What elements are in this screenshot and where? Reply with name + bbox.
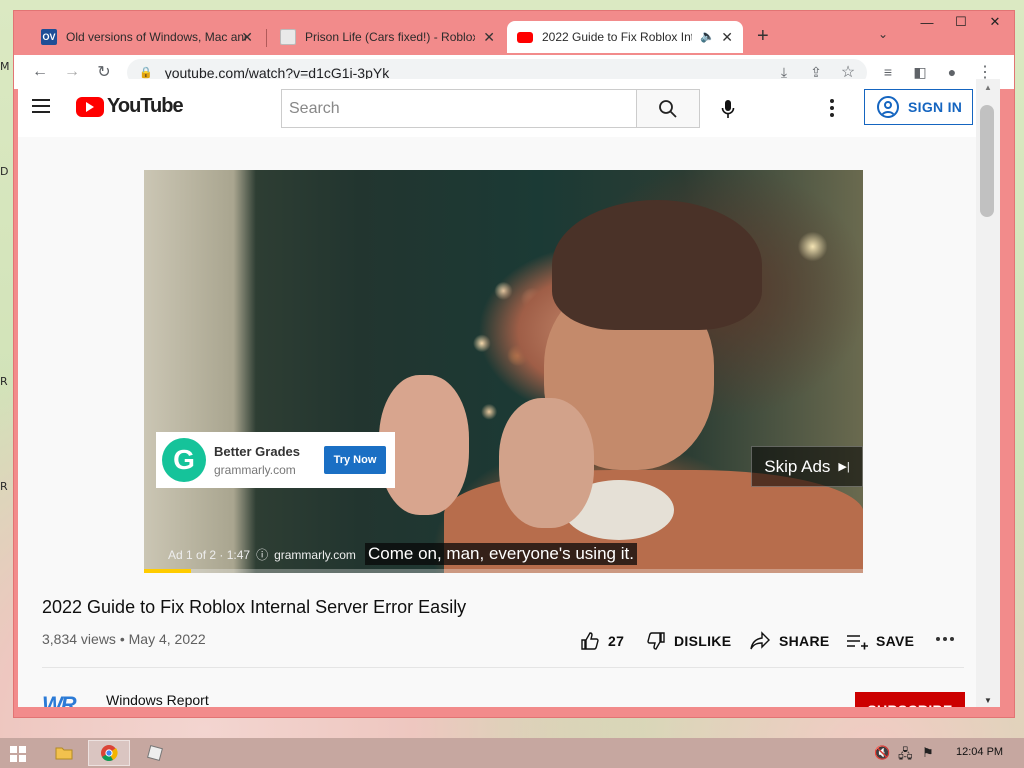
chrome-taskbar-icon[interactable] (88, 740, 130, 766)
action-center-icon[interactable]: ⚑ (922, 745, 934, 761)
windows-taskbar: 🔇 🖧 ⚑ 12:04 PM (0, 738, 1024, 768)
skip-ads-label: Skip Ads (764, 456, 831, 476)
ad-domain: grammarly.com (214, 462, 296, 477)
ad-progress-bar[interactable] (144, 569, 863, 573)
lock-icon[interactable]: 🔒 (139, 66, 153, 79)
ad-title: Better Grades (214, 443, 300, 459)
desktop-icon-label[interactable]: R (0, 480, 14, 493)
scroll-up-icon[interactable]: ▲ (984, 83, 992, 92)
dislike-button[interactable]: DISLIKE (646, 631, 731, 651)
like-button[interactable]: 27 (580, 631, 624, 651)
video-frame-hair (552, 200, 762, 330)
chrome-icon (101, 745, 118, 762)
microphone-icon (721, 100, 735, 118)
roblox-favicon-icon (280, 29, 296, 45)
video-meta: 3,834 views • May 4, 2022 (42, 631, 206, 647)
info-circle-icon[interactable]: ⓘ (256, 546, 268, 563)
save-label: SAVE (876, 633, 915, 649)
settings-kebab-icon[interactable] (830, 99, 834, 117)
upload-date: May 4, 2022 (128, 631, 206, 647)
divider (42, 667, 964, 668)
scroll-down-icon[interactable]: ▼ (984, 696, 992, 705)
maximize-button[interactable]: ☐ (944, 11, 978, 33)
video-player[interactable]: G Better Grades grammarly.com Try Now Sk… (144, 170, 863, 573)
file-explorer-taskbar-icon[interactable] (43, 740, 85, 766)
roblox-icon (147, 745, 163, 761)
closed-caption: Come on, man, everyone's using it. (365, 543, 637, 565)
roblox-taskbar-icon[interactable] (134, 740, 176, 766)
scroll-thumb[interactable] (980, 105, 994, 217)
youtube-play-icon (76, 96, 104, 117)
volume-muted-icon[interactable]: 🔇 (874, 745, 890, 761)
youtube-header: YouTube SIGN IN (18, 79, 976, 137)
grammarly-logo: G (162, 438, 206, 482)
audio-playing-icon[interactable]: 🔈 (700, 29, 715, 43)
taskbar-clock[interactable]: 12:04 PM (956, 746, 1003, 758)
subscribe-button[interactable]: SUBSCRIBE (855, 692, 965, 707)
search-icon (659, 99, 677, 118)
close-window-button[interactable]: ✕ (978, 11, 1012, 33)
youtube-wordmark: YouTube (107, 95, 184, 117)
share-button[interactable]: SHARE (749, 631, 830, 651)
channel-name[interactable]: Windows Report (106, 692, 209, 707)
tab-search-chevron-icon[interactable]: ⌄ (878, 27, 888, 41)
ad-overlay-card[interactable]: G Better Grades grammarly.com Try Now (156, 432, 395, 488)
tab-prison-life[interactable]: Prison Life (Cars fixed!) - Roblox ✕ (270, 21, 505, 53)
thumbs-up-icon (581, 632, 599, 650)
new-tab-button[interactable]: + (757, 25, 769, 48)
playlist-add-icon (847, 635, 868, 650)
page-scrollbar[interactable]: ▲ ▼ (976, 79, 1000, 707)
youtube-logo[interactable]: YouTube (76, 95, 184, 118)
tab-close-icon[interactable]: ✕ (483, 29, 495, 45)
thumbs-down-icon (647, 632, 665, 650)
network-icon[interactable]: 🖧 (898, 745, 913, 767)
tab-title: Prison Life (Cars fixed!) - Roblox (305, 30, 475, 44)
tab-youtube-video[interactable]: 2022 Guide to Fix Roblox Internal Server… (507, 21, 743, 53)
channel-avatar[interactable]: WR (42, 692, 77, 707)
save-button[interactable]: SAVE (846, 631, 914, 651)
start-windows-icon[interactable] (10, 746, 26, 762)
skip-ads-button[interactable]: Skip Ads ▶| (751, 446, 863, 487)
tab-strip: OV Old versions of Windows, Mac and ✕ Pr… (14, 11, 1014, 55)
desktop-icon-label[interactable]: M (0, 60, 14, 73)
dislike-label: DISLIKE (674, 633, 732, 649)
search-button[interactable] (636, 89, 700, 128)
youtube-favicon-icon (517, 31, 533, 43)
search-box[interactable] (281, 89, 637, 128)
tab-title: Old versions of Windows, Mac and (66, 30, 246, 44)
like-count: 27 (608, 633, 625, 649)
video-frame-hand (499, 398, 594, 528)
ad-progress-fill (144, 569, 191, 573)
oldversion-favicon-icon: OV (41, 29, 57, 45)
try-now-button[interactable]: Try Now (324, 446, 386, 474)
skip-next-icon: ▶| (838, 461, 850, 473)
video-title: 2022 Guide to Fix Roblox Internal Server… (42, 597, 467, 617)
search-input[interactable] (289, 99, 619, 118)
share-label: SHARE (779, 633, 830, 649)
minimize-button[interactable]: — (910, 11, 944, 33)
tab-separator (266, 29, 267, 47)
sign-in-label: SIGN IN (908, 99, 963, 115)
folder-icon (55, 747, 73, 760)
view-count: 3,834 views (42, 631, 116, 647)
youtube-page: YouTube SIGN IN G Better Grades gr (18, 79, 976, 707)
tab-close-icon[interactable]: ✕ (721, 29, 733, 45)
meta-dot: • (119, 631, 129, 647)
tab-title: 2022 Guide to Fix Roblox Internal Server… (542, 30, 692, 44)
tab-close-icon[interactable]: ✕ (241, 29, 253, 45)
hamburger-menu-icon[interactable] (32, 99, 50, 113)
desktop-icon-label[interactable]: D (0, 165, 14, 178)
sign-in-button[interactable]: SIGN IN (864, 89, 973, 125)
share-arrow-icon (750, 631, 770, 650)
account-circle-icon (877, 96, 899, 118)
more-actions-icon[interactable] (936, 637, 954, 641)
ad-info-bar: Ad 1 of 2 · 1:47 ⓘ grammarly.com (168, 546, 356, 563)
tab-old-versions[interactable]: OV Old versions of Windows, Mac and ✕ (31, 21, 263, 53)
ad-counter: Ad 1 of 2 · 1:47 (168, 547, 251, 562)
desktop-icon-label[interactable]: R (0, 375, 14, 388)
video-frame-figure (144, 170, 256, 573)
ad-advertiser-link[interactable]: grammarly.com (274, 548, 356, 562)
voice-search-button[interactable] (708, 89, 748, 129)
